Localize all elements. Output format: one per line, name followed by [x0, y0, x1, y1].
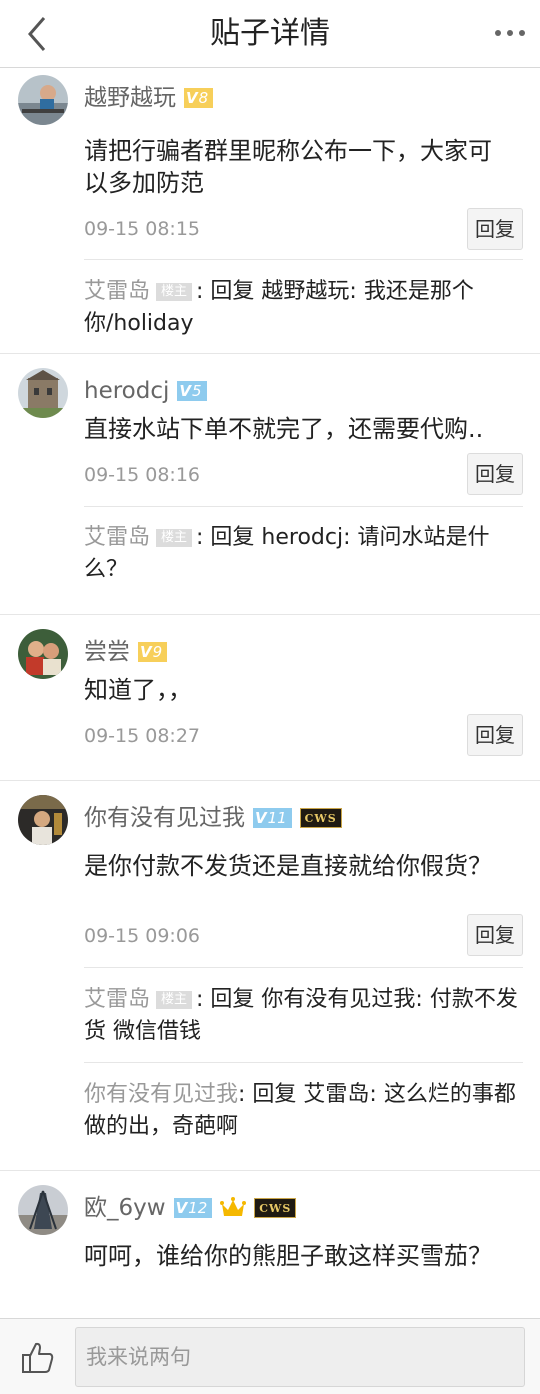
avatar[interactable] [18, 368, 68, 418]
username[interactable]: 你有没有见过我 [84, 803, 245, 833]
more-button[interactable] [490, 18, 530, 48]
username[interactable]: herodcj [84, 376, 169, 406]
user-info: 越野越玩 V8 [84, 83, 214, 113]
comment-item: 欧_6yw V 12 CWS 呵呵，谁给你的熊胆子敢这样买雪茄？ [0, 1171, 540, 1319]
comment-text: 知道了，， [84, 676, 192, 704]
user-info: 尝尝 V9 [84, 637, 168, 667]
level-badge: V9 [138, 642, 168, 662]
comment-text: 是你付款不发货还是直接就给你假货？ [84, 852, 492, 880]
avatar[interactable] [18, 1185, 68, 1235]
comment-item: 你有没有见过我 V 11 CWS 是你付款不发货还是直接就给你假货？ 09-15 … [0, 781, 540, 1171]
more-dots-icon [495, 30, 525, 36]
avatar[interactable] [18, 75, 68, 125]
reply-author[interactable]: 艾雷岛 [84, 525, 150, 550]
sub-reply[interactable]: 你有没有见过我: 回复 艾雷岛: 这么烂的事都做的出，奇葩啊 [84, 1079, 520, 1143]
crown-icon [220, 1197, 247, 1216]
comment-item: 越野越玩 V8 请把行骗者群里昵称公布一下，大家可以多加防范 09-15 08:… [0, 69, 540, 354]
divider [84, 506, 523, 507]
sub-reply[interactable]: 艾雷岛 楼主: 回复 你有没有见过我: 付款不发货 微信借钱 [84, 984, 520, 1048]
comment-text: 直接水站下单不就完了，还需要代购.. [84, 415, 484, 443]
cws-badge: CWS [299, 808, 342, 828]
comment-feed[interactable]: 越野越玩 V8 请把行骗者群里昵称公布一下，大家可以多加防范 09-15 08:… [0, 69, 540, 1319]
timestamp: 09-15 08:27 [84, 725, 201, 747]
timestamp: 09-15 09:06 [84, 925, 201, 947]
username[interactable]: 欧_6yw [84, 1193, 166, 1223]
thumbs-up-icon [22, 1342, 54, 1373]
avatar[interactable] [18, 629, 68, 679]
divider [84, 1062, 523, 1063]
level-badge: V8 [184, 88, 214, 108]
user-info: 你有没有见过我 V 11 CWS [84, 803, 342, 833]
level-badge: V 12 [173, 1198, 213, 1218]
reply-author[interactable]: 艾雷岛 [84, 279, 150, 304]
level-badge: V 11 [253, 808, 292, 828]
host-tag: 楼主 [156, 283, 193, 301]
reply-button[interactable]: 回复 [467, 714, 523, 756]
username[interactable]: 尝尝 [84, 637, 130, 667]
comment-item: herodcj V5 直接水站下单不就完了，还需要代购.. 09-15 08:1… [0, 354, 540, 615]
user-info: 欧_6yw V 12 CWS [84, 1193, 297, 1223]
like-button[interactable] [20, 1341, 56, 1375]
sub-reply[interactable]: 艾雷岛 楼主: 回复 越野越玩: 我还是那个你/holiday [84, 276, 520, 340]
timestamp: 09-15 08:16 [84, 464, 201, 486]
comment-item: 尝尝 V9 知道了，， 09-15 08:27 回复 [0, 615, 540, 781]
user-info: herodcj V5 [84, 376, 207, 406]
top-nav-bar: 贴子详情 [0, 0, 540, 68]
comment-text: 呵呵，谁给你的熊胆子敢这样买雪茄？ [84, 1242, 492, 1270]
reply-button[interactable]: 回复 [467, 208, 523, 250]
sub-reply[interactable]: 艾雷岛 楼主: 回复 herodcj: 请问水站是什么？ [84, 522, 520, 586]
comment-input[interactable] [75, 1327, 525, 1387]
reply-button[interactable]: 回复 [467, 914, 523, 956]
timestamp: 09-15 08:15 [84, 218, 201, 240]
username[interactable]: 越野越玩 [84, 83, 176, 113]
reply-author[interactable]: 你有没有见过我 [84, 1082, 238, 1107]
comment-text: 请把行骗者群里昵称公布一下，大家可以多加防范 [84, 137, 492, 197]
bottom-input-bar [0, 1318, 540, 1394]
cws-badge: CWS [254, 1198, 297, 1218]
level-badge: V5 [177, 381, 207, 401]
divider [84, 259, 523, 260]
host-tag: 楼主 [156, 529, 193, 547]
divider [84, 967, 523, 968]
reply-button[interactable]: 回复 [467, 453, 523, 495]
avatar[interactable] [18, 795, 68, 845]
host-tag: 楼主 [156, 991, 193, 1009]
page-title: 贴子详情 [210, 16, 330, 51]
reply-author[interactable]: 艾雷岛 [84, 987, 150, 1012]
